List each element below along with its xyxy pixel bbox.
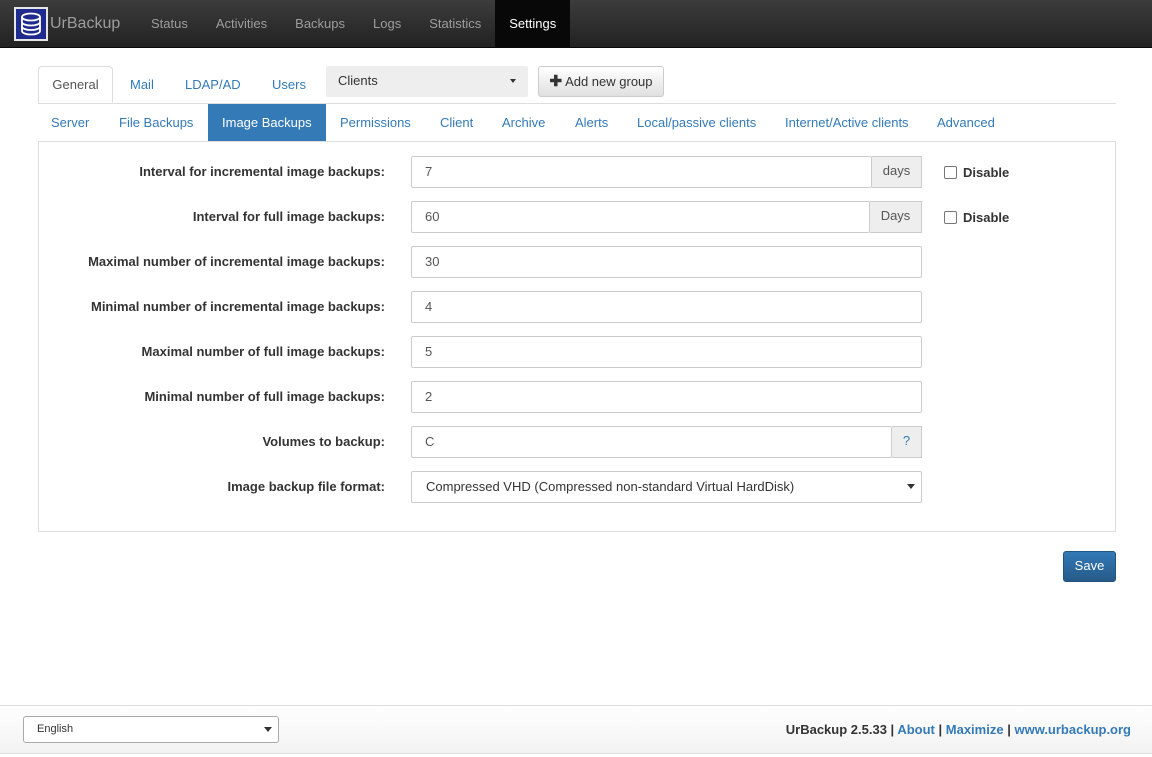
brand-name: UrBackup — [50, 15, 121, 32]
incr-interval-unit: days — [872, 156, 922, 188]
footer: English UrBackup 2.5.33 | About | Maximi… — [0, 705, 1152, 754]
separator: | — [1007, 722, 1011, 737]
tab-client[interactable]: Client — [440, 104, 473, 141]
maximize-link[interactable]: Maximize — [946, 722, 1004, 737]
tab-internet-active-clients[interactable]: Internet/Active clients — [785, 104, 909, 141]
nav-logs[interactable]: Logs — [359, 0, 415, 47]
main-nav: Status Activities Backups Logs Statistic… — [137, 0, 571, 47]
nav-status[interactable]: Status — [137, 0, 202, 47]
language-value: English — [37, 723, 74, 735]
tab-general[interactable]: General — [38, 66, 113, 103]
checkbox-icon — [944, 165, 957, 179]
max-incr-label: Maximal number of incremental image back… — [88, 254, 385, 269]
min-full-label: Minimal number of full image backups: — [144, 389, 385, 404]
add-new-group-button[interactable]: ✚ Add new group — [538, 66, 664, 97]
incr-interval-disable-checkbox[interactable]: Disable — [942, 156, 1009, 188]
tab-file-backups[interactable]: File Backups — [119, 104, 193, 141]
max-incr-input[interactable]: 30 — [411, 246, 922, 278]
file-format-value: Compressed VHD (Compressed non-standard … — [426, 479, 795, 494]
add-new-group-label: Add new group — [565, 74, 653, 89]
file-format-select[interactable]: Compressed VHD (Compressed non-standard … — [411, 471, 922, 503]
tab-advanced[interactable]: Advanced — [937, 104, 995, 141]
caret-down-icon — [510, 79, 516, 83]
save-button[interactable]: Save — [1063, 551, 1116, 582]
incr-interval-input[interactable]: 7 — [411, 156, 872, 188]
brand[interactable]: UrBackup — [14, 7, 120, 41]
chevron-down-icon — [264, 727, 272, 732]
max-full-row: Maximal number of full image backups: 5 — [39, 336, 1117, 368]
disable-label: Disable — [963, 164, 1010, 180]
full-interval-unit: Days — [870, 201, 922, 233]
tab-mail[interactable]: Mail — [130, 66, 154, 103]
tab-ldap-ad[interactable]: LDAP/AD — [185, 66, 241, 103]
about-link[interactable]: About — [897, 722, 935, 737]
tab-alerts[interactable]: Alerts — [575, 104, 608, 141]
min-full-input[interactable]: 2 — [411, 381, 922, 413]
max-full-label: Maximal number of full image backups: — [141, 344, 385, 359]
full-interval-label: Interval for full image backups: — [192, 209, 385, 224]
volumes-row: Volumes to backup: C ? — [39, 426, 1117, 458]
nav-settings[interactable]: Settings — [495, 0, 571, 47]
language-select[interactable]: English — [23, 716, 279, 743]
tab-server[interactable]: Server — [51, 104, 89, 141]
client-group-dropdown[interactable]: Clients — [326, 66, 528, 97]
max-full-input[interactable]: 5 — [411, 336, 922, 368]
incr-interval-row: Interval for incremental image backups: … — [39, 156, 1117, 188]
version-text: UrBackup 2.5.33 | — [785, 722, 895, 737]
min-incr-input[interactable]: 4 — [411, 291, 922, 323]
website-link[interactable]: www.urbackup.org — [1014, 722, 1131, 737]
tab-users[interactable]: Users — [272, 66, 306, 103]
footer-info: UrBackup 2.5.33 | About | Maximize | www… — [786, 706, 1131, 753]
min-incr-row: Minimal number of incremental image back… — [39, 291, 1117, 323]
min-full-row: Minimal number of full image backups: 2 — [39, 381, 1117, 413]
full-interval-input[interactable]: 60 — [411, 201, 870, 233]
full-interval-disable-checkbox[interactable]: Disable — [942, 201, 1009, 233]
file-format-label: Image backup file format: — [227, 479, 385, 494]
settings-secondary-tabs: Server File Backups Image Backups Permis… — [38, 104, 1116, 142]
plus-icon: ✚ — [549, 73, 563, 90]
separator: | — [938, 722, 943, 737]
tab-image-backups[interactable]: Image Backups — [208, 104, 326, 141]
disable-label: Disable — [963, 209, 1010, 225]
file-format-row: Image backup file format: Compressed VHD… — [39, 471, 1117, 503]
min-incr-label: Minimal number of incremental image back… — [90, 299, 385, 314]
chevron-down-icon — [907, 484, 915, 489]
tab-permissions[interactable]: Permissions — [340, 104, 411, 141]
max-incr-row: Maximal number of incremental image back… — [39, 246, 1117, 278]
full-interval-row: Interval for full image backups: 60 Days… — [39, 201, 1117, 233]
client-group-value: Clients — [338, 73, 378, 88]
tab-local-passive-clients[interactable]: Local/passive clients — [637, 104, 756, 141]
volumes-input[interactable]: C — [411, 426, 892, 458]
volumes-help-button[interactable]: ? — [892, 426, 922, 458]
nav-backups[interactable]: Backups — [281, 0, 359, 47]
volumes-label: Volumes to backup: — [262, 434, 385, 449]
image-backups-settings-panel: Interval for incremental image backups: … — [38, 141, 1116, 532]
incr-interval-label: Interval for incremental image backups: — [139, 164, 385, 179]
database-logo-icon — [14, 7, 48, 41]
top-navbar: UrBackup Status Activities Backups Logs … — [0, 0, 1152, 48]
nav-statistics[interactable]: Statistics — [415, 0, 495, 47]
tab-archive[interactable]: Archive — [502, 104, 545, 141]
nav-activities[interactable]: Activities — [202, 0, 281, 47]
checkbox-icon — [944, 210, 957, 224]
